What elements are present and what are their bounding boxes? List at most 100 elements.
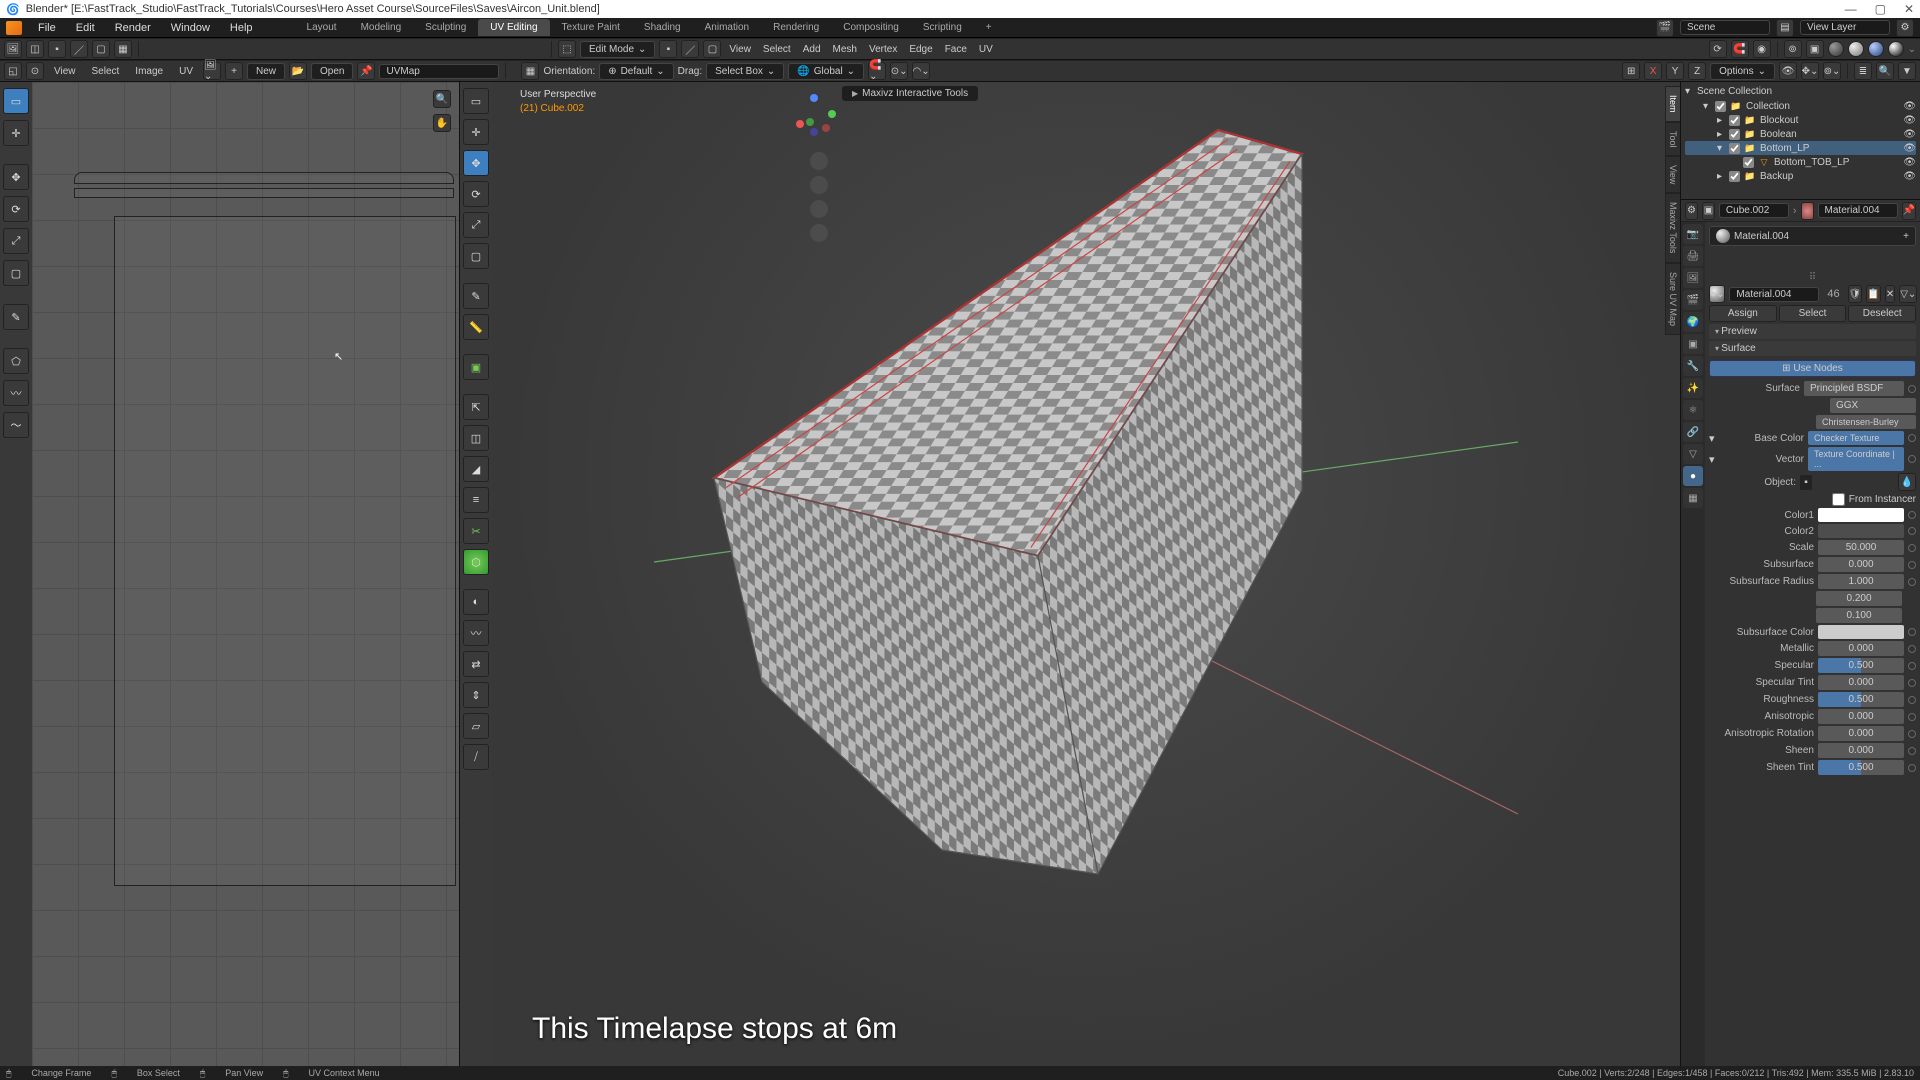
crumb-material[interactable]: Material.004: [1818, 203, 1898, 218]
distribution-value[interactable]: GGX: [1830, 398, 1916, 413]
preview-panel-header[interactable]: Preview: [1709, 324, 1916, 339]
snap-icon[interactable]: 🧲⌄: [868, 62, 886, 80]
extrude-tool-icon[interactable]: ⇱: [463, 394, 489, 420]
socket-dot-icon[interactable]: [1908, 645, 1916, 653]
tab-tool[interactable]: Tool: [1665, 122, 1680, 157]
basecolor-value[interactable]: Checker Texture: [1808, 431, 1904, 445]
socket-dot-icon[interactable]: [1908, 764, 1916, 772]
move-3d-tool-icon[interactable]: ✥: [463, 150, 489, 176]
3d-editor-type-icon[interactable]: ⬚: [558, 40, 576, 58]
assign-button[interactable]: Assign: [1709, 305, 1777, 322]
zoom-nav-icon[interactable]: [810, 152, 828, 170]
shrink-tool-icon[interactable]: ⇕: [463, 682, 489, 708]
add-cube-tool-icon[interactable]: ▣: [463, 354, 489, 380]
socket-dot-icon[interactable]: [1908, 662, 1916, 670]
annotate-3d-tool-icon[interactable]: ✎: [463, 283, 489, 309]
edge-mode-icon[interactable]: ／: [681, 40, 699, 58]
rotate-3d-tool-icon[interactable]: ⟳: [463, 181, 489, 207]
numeric-field[interactable]: 0.500: [1818, 658, 1904, 673]
scale-tool-icon[interactable]: ⤢: [3, 228, 29, 254]
relax-tool-icon[interactable]: 〜: [3, 412, 29, 438]
select-box-tool-icon[interactable]: ▭: [3, 88, 29, 114]
new-button[interactable]: New: [247, 63, 285, 80]
pivot-center-icon[interactable]: ⊙: [26, 62, 44, 80]
tab-layout[interactable]: Layout: [295, 19, 349, 36]
from-instancer-checkbox[interactable]: [1832, 493, 1845, 506]
numeric-field[interactable]: 0.100: [1816, 608, 1902, 623]
sss-method-value[interactable]: Christensen-Burley: [1816, 415, 1916, 429]
smooth-tool-icon[interactable]: 〰: [3, 380, 29, 406]
socket-dot-icon[interactable]: [1908, 628, 1916, 636]
texture-tab-icon[interactable]: ▦: [1683, 488, 1703, 508]
draw-tool-icon[interactable]: ⬠: [3, 348, 29, 374]
uv-canvas[interactable]: 🔍 ✋ ↖: [32, 82, 459, 1066]
transform-box-icon[interactable]: ▦: [521, 62, 539, 80]
orbit-icon[interactable]: ⟳: [1709, 40, 1727, 58]
overlay-toggle-icon[interactable]: ⊚: [1784, 40, 1802, 58]
material-browse-icon[interactable]: ●⌄: [1709, 285, 1725, 303]
scale-3d-tool-icon[interactable]: ⤢: [463, 212, 489, 238]
tab-add[interactable]: +: [974, 19, 1004, 36]
color-swatch[interactable]: [1818, 508, 1904, 522]
surface-panel-header[interactable]: Surface: [1709, 341, 1916, 356]
minimize-icon[interactable]: —: [1845, 2, 1857, 16]
orientation-dropdown[interactable]: ⊕ Default ⌄: [599, 63, 673, 80]
socket-dot-icon[interactable]: [1908, 747, 1916, 755]
3d-menu-edge[interactable]: Edge: [905, 44, 936, 55]
menu-render[interactable]: Render: [107, 20, 159, 36]
uv-menu-select[interactable]: Select: [86, 66, 126, 77]
outliner-row[interactable]: ▾📁Collection👁: [1685, 99, 1916, 113]
numeric-field[interactable]: 0.000: [1818, 557, 1904, 572]
socket-dot-icon[interactable]: [1908, 544, 1916, 552]
eyedropper-icon[interactable]: 💧: [1898, 473, 1916, 491]
drag-dropdown[interactable]: Select Box ⌄: [706, 63, 784, 80]
snap-target-icon[interactable]: ⊙⌄: [890, 62, 908, 80]
scene-tab-icon[interactable]: 🎬: [1683, 290, 1703, 310]
mesh-options-icon[interactable]: ⊞: [1622, 62, 1640, 80]
nav-gizmo[interactable]: [792, 92, 838, 138]
face-mode-icon[interactable]: ▢: [703, 40, 721, 58]
outliner[interactable]: ▾Scene Collection ▾📁Collection👁▸📁Blockou…: [1681, 82, 1920, 200]
numeric-field[interactable]: 0.000: [1818, 641, 1904, 656]
mesh-tab-icon[interactable]: ▽: [1683, 444, 1703, 464]
pan-hand-icon[interactable]: ✋: [433, 114, 451, 132]
physics-tab-icon[interactable]: ⚛: [1683, 400, 1703, 420]
transform-space-dropdown[interactable]: 🌐 Global ⌄: [788, 63, 864, 80]
world-tab-icon[interactable]: 🌍: [1683, 312, 1703, 332]
tab-rendering[interactable]: Rendering: [761, 19, 831, 36]
socket-dot-icon[interactable]: [1908, 434, 1916, 442]
numeric-field[interactable]: 0.000: [1818, 675, 1904, 690]
rip-tool-icon[interactable]: ⧸: [463, 744, 489, 770]
3d-menu-view[interactable]: View: [725, 44, 755, 55]
use-nodes-button[interactable]: ⊞ Use Nodes: [1709, 360, 1916, 377]
add-slot-icon[interactable]: +: [1903, 231, 1909, 242]
material-slot-name[interactable]: Material.004: [1734, 231, 1789, 242]
socket-dot-icon[interactable]: [1908, 730, 1916, 738]
uv-menu-uv[interactable]: UV: [173, 66, 199, 77]
color-swatch[interactable]: [1818, 524, 1904, 538]
socket-dot-icon[interactable]: [1908, 527, 1916, 535]
select-button[interactable]: Select: [1779, 305, 1847, 322]
socket-dot-icon[interactable]: [1908, 511, 1916, 519]
3d-menu-mesh[interactable]: Mesh: [829, 44, 861, 55]
tab-view[interactable]: View: [1665, 156, 1680, 193]
vert-mode-icon[interactable]: ▪: [659, 40, 677, 58]
socket-dot-icon[interactable]: [1908, 679, 1916, 687]
numeric-field[interactable]: 0.500: [1818, 760, 1904, 775]
uv-sync-icon[interactable]: ◫: [26, 40, 44, 58]
z-mirror-icon[interactable]: Z: [1688, 62, 1706, 80]
material-name-field[interactable]: Material.004: [1729, 287, 1819, 302]
x-mirror-icon[interactable]: X: [1644, 62, 1662, 80]
numeric-field[interactable]: 1.000: [1818, 574, 1904, 589]
matprev-shading-icon[interactable]: [1868, 41, 1884, 57]
magnet-icon[interactable]: 🧲: [1731, 40, 1749, 58]
filter-icon[interactable]: ⚙: [1896, 19, 1914, 37]
loopcut-tool-icon[interactable]: ≡: [463, 487, 489, 513]
filter-funnel-icon[interactable]: ▼: [1898, 62, 1916, 80]
uv-vert-select-icon[interactable]: ▪: [48, 40, 66, 58]
overlays-icon[interactable]: ⊚⌄: [1823, 62, 1841, 80]
3d-menu-vertex[interactable]: Vertex: [865, 44, 901, 55]
measure-tool-icon[interactable]: 📏: [463, 314, 489, 340]
tab-scripting[interactable]: Scripting: [911, 19, 974, 36]
pan-nav-icon[interactable]: [810, 176, 828, 194]
